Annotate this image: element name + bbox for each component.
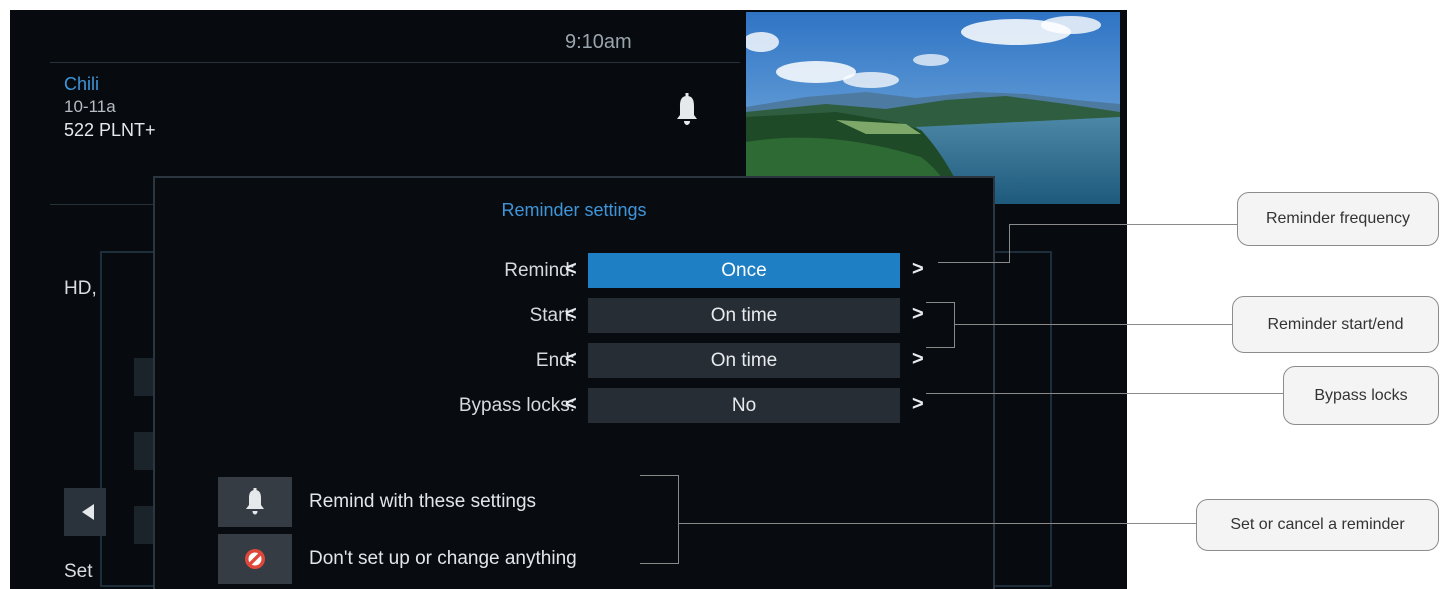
dont-change-button[interactable]: Don't set up or change anything (309, 548, 577, 570)
remind-next-arrow[interactable]: > (912, 258, 924, 281)
bypass-locks-prev-arrow[interactable]: < (565, 393, 577, 416)
callout-reminder-start-end: Reminder start/end (1232, 296, 1439, 353)
bypass-locks-label: Bypass locks: (458, 395, 575, 416)
remind-prev-arrow[interactable]: < (565, 258, 577, 281)
bell-icon (246, 488, 264, 515)
connector-line (640, 563, 679, 564)
back-arrow-button (64, 488, 106, 536)
divider (50, 62, 740, 63)
bypass-locks-value-selector[interactable]: No (588, 388, 900, 423)
back-arrow-icon (82, 504, 94, 520)
connector-line (678, 475, 679, 564)
connector-line (1009, 224, 1010, 263)
background-footer-text: Set (64, 561, 93, 582)
callout-set-or-cancel: Set or cancel a reminder (1196, 499, 1439, 551)
callout-reminder-frequency: Reminder frequency (1237, 192, 1439, 246)
connector-line (954, 302, 955, 348)
program-time-slot: 10-11a (64, 97, 116, 116)
connector-line (926, 393, 1284, 394)
start-value-selector[interactable]: On time (588, 298, 900, 333)
divider (50, 204, 170, 205)
connector-line (926, 347, 955, 348)
clock-time: 9:10am (565, 31, 632, 53)
background-text: HD, (64, 278, 97, 299)
bell-icon (677, 93, 697, 125)
end-next-arrow[interactable]: > (912, 348, 924, 371)
reminder-settings-dialog: Reminder settings Remind: < Once > Start… (153, 176, 995, 589)
connector-line (640, 475, 679, 476)
callout-bypass-locks: Bypass locks (1283, 366, 1439, 425)
remind-value-selector[interactable]: Once (588, 253, 900, 288)
connector-line (1009, 224, 1238, 225)
start-prev-arrow[interactable]: < (565, 303, 577, 326)
program-channel: 522 PLNT+ (64, 120, 156, 140)
tv-screen: 9:10am Chili 10-11a 522 PLNT+ HD, Set Re… (10, 10, 1127, 589)
dialog-title: Reminder settings (501, 200, 647, 220)
connector-line (926, 302, 955, 303)
program-title: Chili (64, 74, 100, 94)
bypass-locks-next-arrow[interactable]: > (912, 393, 924, 416)
remind-with-settings-button[interactable]: Remind with these settings (309, 491, 536, 513)
remind-button-icon-box[interactable] (218, 477, 292, 527)
connector-line (678, 523, 1197, 524)
end-prev-arrow[interactable]: < (565, 348, 577, 371)
cancel-icon (245, 549, 265, 569)
end-value-selector[interactable]: On time (588, 343, 900, 378)
cancel-button-icon-box[interactable] (218, 534, 292, 584)
start-next-arrow[interactable]: > (912, 303, 924, 326)
connector-line (938, 262, 1009, 263)
connector-line (954, 324, 1233, 325)
